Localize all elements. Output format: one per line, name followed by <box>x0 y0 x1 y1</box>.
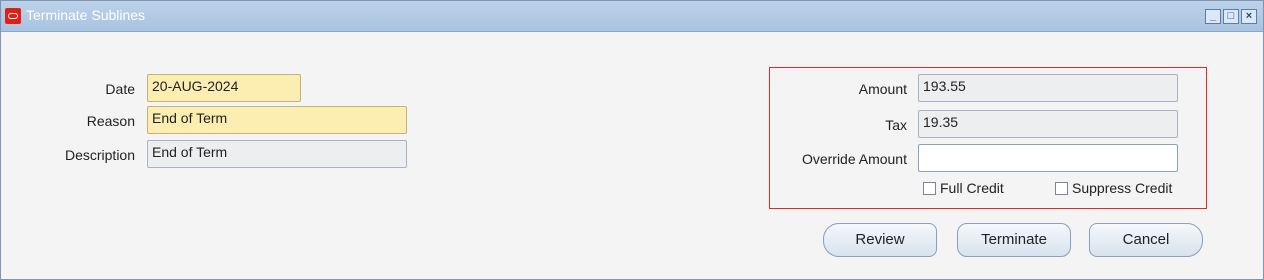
amount-label: Amount <box>858 81 907 97</box>
checkbox-icon <box>1055 181 1068 195</box>
amount-field[interactable]: 193.55 <box>918 74 1178 102</box>
description-label: Description <box>64 147 135 163</box>
reason-label: Reason <box>86 113 135 129</box>
oracle-logo-icon <box>5 8 21 24</box>
date-field[interactable]: 20-AUG-2024 <box>147 74 301 102</box>
date-label: Date <box>105 81 135 97</box>
reason-field[interactable]: End of Term <box>147 106 407 134</box>
checkbox-icon <box>923 181 936 195</box>
override-amount-field[interactable] <box>918 144 1178 172</box>
suppress-credit-checkbox[interactable]: Suppress Credit <box>1055 180 1172 196</box>
override-amount-label: Override Amount <box>801 151 907 167</box>
terminate-sublines-window: Terminate Sublines _ □ × Date 20-AUG-202… <box>0 0 1264 280</box>
maximize-button[interactable]: □ <box>1223 9 1239 24</box>
minimize-button[interactable]: _ <box>1205 9 1221 24</box>
description-field[interactable]: End of Term <box>147 140 407 168</box>
title-bar[interactable]: Terminate Sublines _ □ × <box>1 1 1263 32</box>
full-credit-checkbox[interactable]: Full Credit <box>923 180 1004 196</box>
review-button[interactable]: Review <box>823 223 937 257</box>
tax-field[interactable]: 19.35 <box>918 110 1178 138</box>
close-button[interactable]: × <box>1241 9 1257 24</box>
cancel-button[interactable]: Cancel <box>1089 223 1203 257</box>
tax-label: Tax <box>885 117 907 133</box>
window-title: Terminate Sublines <box>26 7 146 23</box>
suppress-credit-label: Suppress Credit <box>1072 180 1173 196</box>
full-credit-label: Full Credit <box>940 180 1004 196</box>
terminate-button[interactable]: Terminate <box>957 223 1071 257</box>
